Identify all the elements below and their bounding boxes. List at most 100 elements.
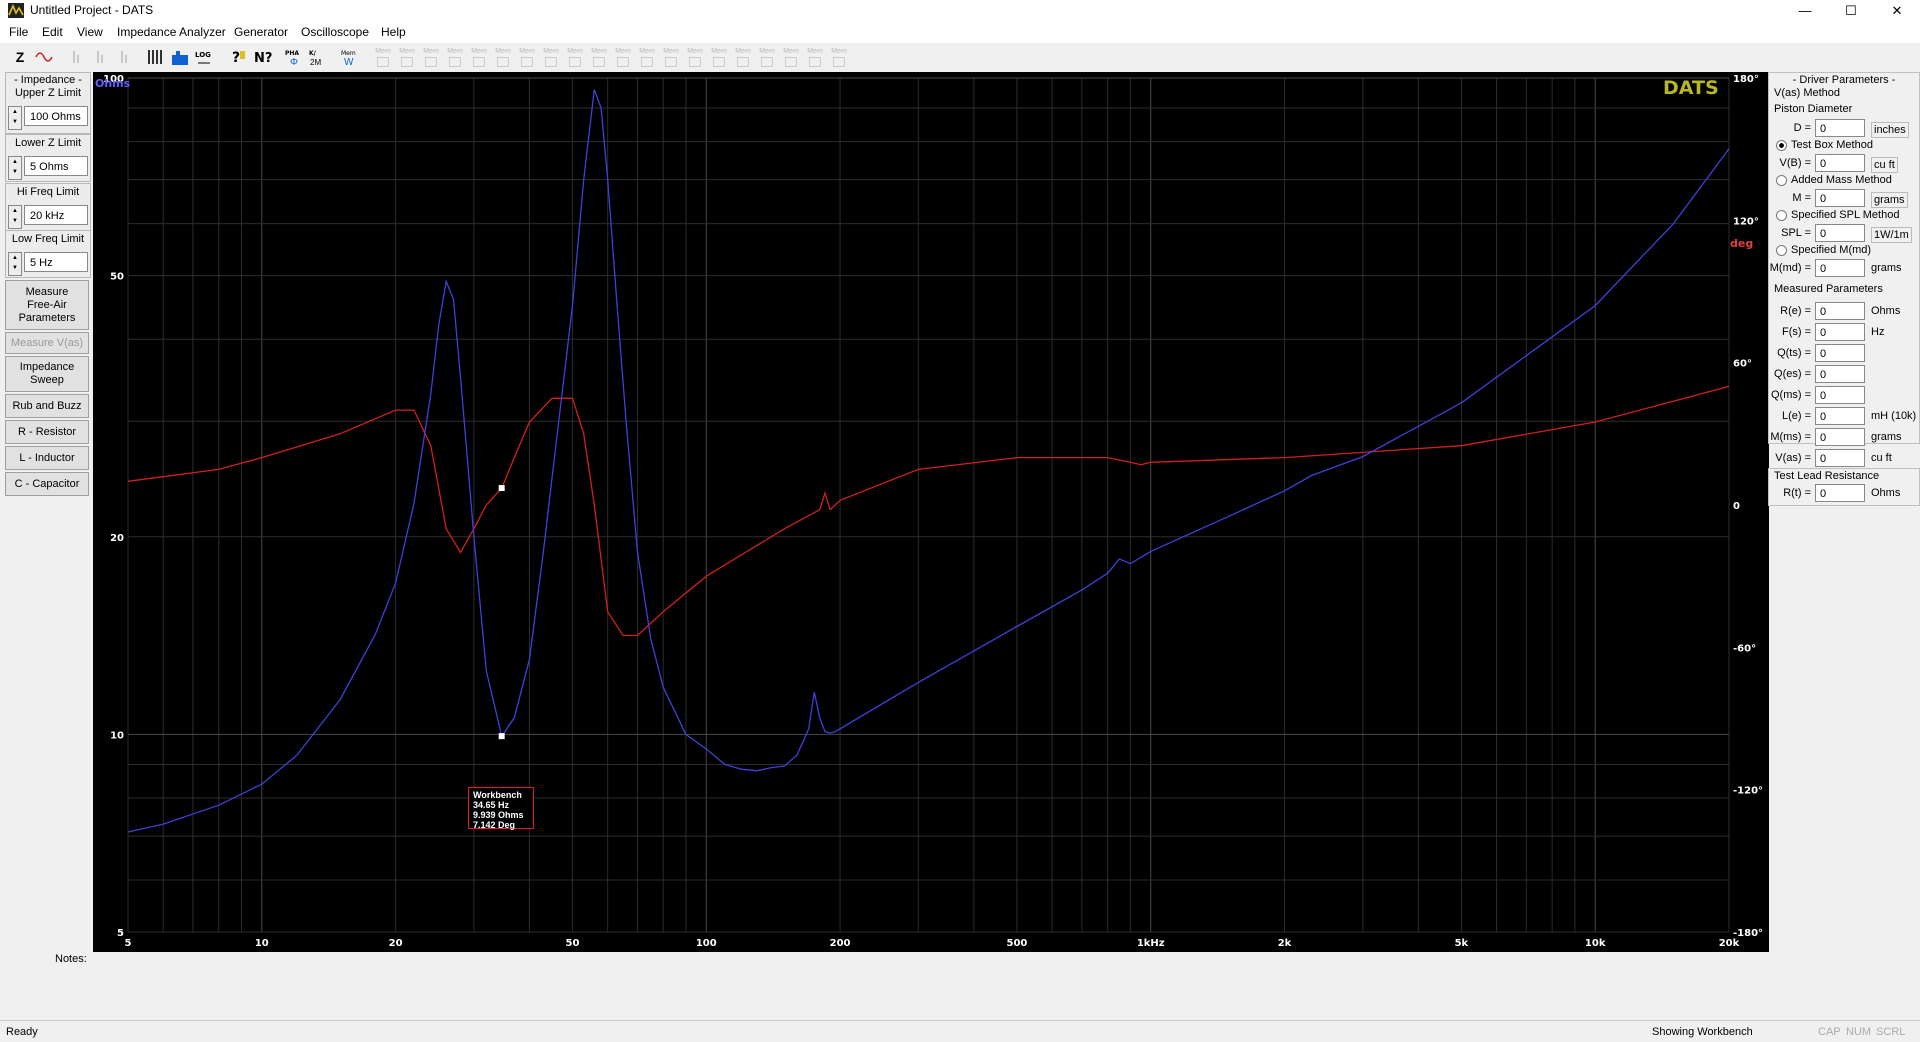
memory-slot-11-button[interactable]: Mem	[612, 48, 634, 67]
grid-lines-icon[interactable]	[146, 47, 166, 67]
lower-z-spinner[interactable]: ▲ ▼	[8, 156, 22, 180]
log-scale-icon[interactable]: LOG	[194, 47, 214, 67]
m-unit-button[interactable]: grams	[1871, 192, 1908, 208]
menu-edit[interactable]: Edit	[42, 25, 63, 39]
memory-slot-box	[545, 57, 557, 67]
measured-value-field[interactable]: 0	[1815, 407, 1865, 425]
measure-vas-button[interactable]: Measure V(as)	[5, 332, 89, 354]
memory-slot-3-button[interactable]: Mem	[420, 48, 442, 67]
memory-slot-9-button[interactable]: Mem	[564, 48, 586, 67]
inductor-button[interactable]: L - Inductor	[5, 446, 89, 470]
svg-text:Φ: Φ	[290, 57, 298, 67]
memory-slot-5-button[interactable]: Mem	[468, 48, 490, 67]
measure-free-air-button[interactable]: Measure Free-Air Parameters	[5, 280, 89, 330]
impedance-sweep-button[interactable]: Impedance Sweep	[5, 356, 89, 392]
memory-slot-4-button[interactable]: Mem	[444, 48, 466, 67]
phase-toggle-icon[interactable]: PHAΦ	[284, 47, 304, 67]
memory-slot-19-button[interactable]: Mem	[804, 48, 826, 67]
specified-mmd-label: Specified M(md)	[1791, 244, 1872, 256]
memory-slot-18-button[interactable]: Mem	[780, 48, 802, 67]
menu-file[interactable]: File	[9, 25, 28, 39]
y-unit-label: Ohms	[95, 77, 131, 90]
test-box-method-radio[interactable]	[1776, 140, 1787, 151]
memory-slot-12-button[interactable]: Mem	[636, 48, 658, 67]
measured-value-field[interactable]: 0	[1815, 344, 1865, 362]
x-tick-label: 20k	[1719, 938, 1740, 949]
measured-value-field[interactable]: 0	[1815, 365, 1865, 383]
low-freq-label: Low Freq Limit	[11, 233, 85, 245]
d-field[interactable]: 0	[1815, 119, 1865, 137]
maximize-button[interactable]: ☐	[1828, 0, 1874, 22]
menu-help[interactable]: Help	[381, 25, 406, 39]
impedance-chart[interactable]: 5102050100 180°120°60°0-60°-120°-180° 51…	[93, 72, 1769, 952]
minimize-button[interactable]: —	[1782, 0, 1828, 22]
memory-slot-20-button[interactable]: Mem	[828, 48, 850, 67]
memory-icon[interactable]: MemW	[340, 47, 360, 67]
cursor-impedance-marker[interactable]	[498, 733, 505, 740]
memory-slot-14-button[interactable]: Mem	[684, 48, 706, 67]
low-freq-field[interactable]: 5 Hz	[24, 252, 88, 272]
rub-and-buzz-button[interactable]: Rub and Buzz	[5, 394, 89, 418]
capacitor-button[interactable]: C - Capacitor	[5, 472, 89, 496]
memory-slot-2-button[interactable]: Mem	[396, 48, 418, 67]
vb-field[interactable]: 0	[1815, 154, 1865, 172]
x-tick-label: 5	[125, 938, 132, 949]
memory-slot-13-button[interactable]: Mem	[660, 48, 682, 67]
memory-slot-10-button[interactable]: Mem	[588, 48, 610, 67]
resistor-button[interactable]: R - Resistor	[5, 420, 89, 444]
measured-value-field[interactable]: 0	[1815, 323, 1865, 341]
memory-slot-label: Mem	[639, 48, 655, 55]
menu-view[interactable]: View	[77, 25, 103, 39]
y2-tick-label: 0	[1733, 501, 1740, 512]
vb-unit-button[interactable]: cu ft	[1871, 157, 1898, 173]
measured-value-field[interactable]: 0	[1815, 386, 1865, 404]
m-label: M =	[1792, 192, 1811, 204]
measured-value-field[interactable]: 0	[1815, 428, 1865, 446]
memory-slot-6-button[interactable]: Mem	[492, 48, 514, 67]
overlay-toggle-icon[interactable]: K/2M	[308, 47, 328, 67]
spl-field[interactable]: 0	[1815, 224, 1865, 242]
memory-slot-16-button[interactable]: Mem	[732, 48, 754, 67]
m-field[interactable]: 0	[1815, 189, 1865, 207]
disabled-tool-2-icon[interactable]	[92, 47, 112, 67]
hi-freq-spinner[interactable]: ▲ ▼	[8, 205, 22, 229]
disabled-tool-1-icon[interactable]	[68, 47, 88, 67]
cursor-phase-marker[interactable]	[498, 485, 505, 492]
menu-impedance-analyzer[interactable]: Impedance Analyzer	[117, 25, 226, 39]
menu-generator[interactable]: Generator	[234, 25, 288, 39]
context-help-icon[interactable]: N?	[252, 47, 272, 67]
memory-slot-box	[833, 57, 845, 67]
memory-slot-label: Mem	[375, 48, 391, 55]
added-mass-method-radio[interactable]	[1776, 175, 1787, 186]
upper-z-spinner[interactable]: ▲ ▼	[8, 106, 22, 130]
mmd-field[interactable]: 0	[1815, 259, 1865, 277]
menu-oscilloscope[interactable]: Oscilloscope	[301, 25, 369, 39]
close-button[interactable]: ✕	[1874, 0, 1920, 22]
svg-text:LOG: LOG	[195, 51, 211, 59]
memory-slot-7-button[interactable]: Mem	[516, 48, 538, 67]
help-icon[interactable]: ?	[228, 47, 248, 67]
measured-value-field[interactable]: 0	[1815, 302, 1865, 320]
measured-value-field[interactable]: 0	[1815, 449, 1865, 467]
memory-slot-1-button[interactable]: Mem	[372, 48, 394, 67]
memory-slot-8-button[interactable]: Mem	[540, 48, 562, 67]
specified-mmd-radio[interactable]	[1776, 245, 1787, 256]
generator-wave-icon[interactable]	[34, 47, 54, 67]
memory-slot-17-button[interactable]: Mem	[756, 48, 778, 67]
y2-unit-label: deg	[1730, 237, 1753, 250]
specified-spl-method-radio[interactable]	[1776, 210, 1787, 221]
memory-slot-15-button[interactable]: Mem	[708, 48, 730, 67]
spl-unit-button[interactable]: 1W/1m	[1871, 227, 1912, 243]
bar-chart-icon[interactable]	[170, 47, 190, 67]
rt-field[interactable]: 0	[1815, 484, 1865, 502]
svg-text:?: ?	[232, 50, 240, 66]
memory-slot-label: Mem	[471, 48, 487, 55]
hi-freq-field[interactable]: 20 kHz	[24, 205, 88, 225]
impedance-mode-button[interactable]: Z	[10, 47, 30, 67]
disabled-tool-3-icon[interactable]	[116, 47, 136, 67]
lower-z-field[interactable]: 5 Ohms	[24, 156, 88, 176]
memory-slot-box	[665, 57, 677, 67]
low-freq-spinner[interactable]: ▲ ▼	[8, 252, 22, 276]
upper-z-field[interactable]: 100 Ohms	[24, 106, 88, 126]
d-unit-button[interactable]: inches	[1871, 122, 1909, 138]
